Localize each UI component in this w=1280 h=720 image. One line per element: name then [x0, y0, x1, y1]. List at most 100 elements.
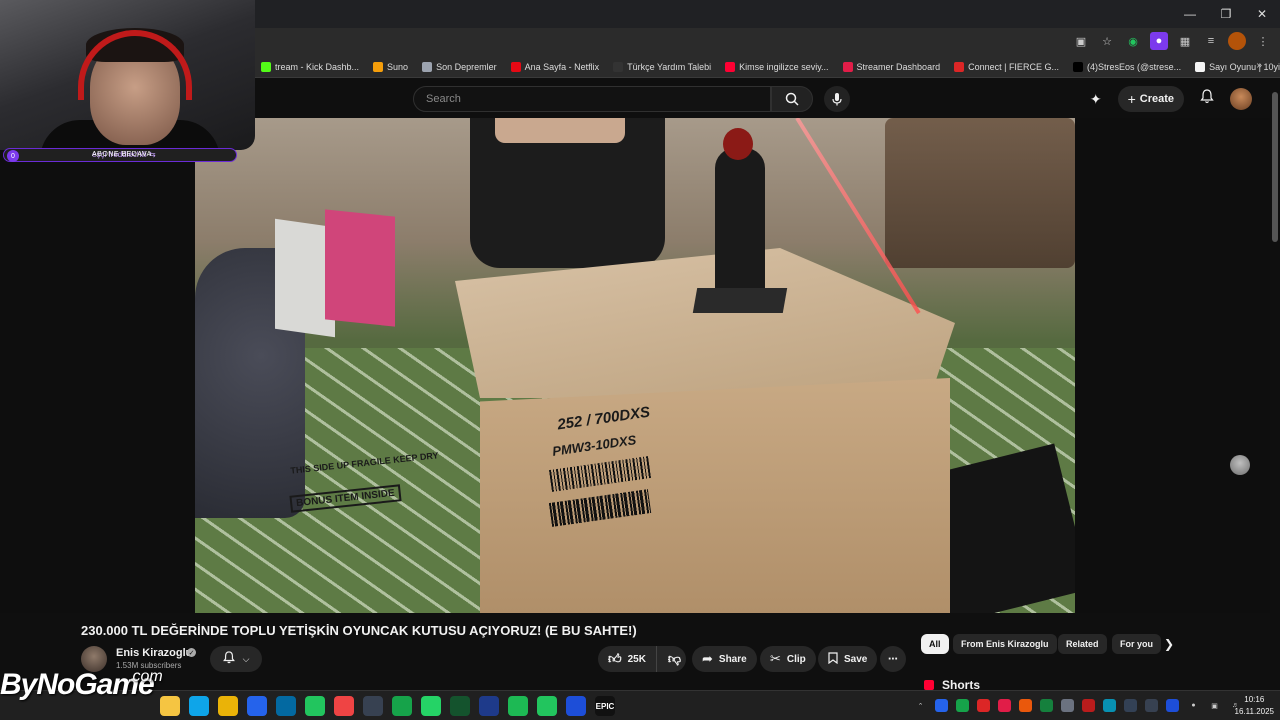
bookmarks-overflow-icon[interactable]: »	[1256, 60, 1262, 71]
hype-icon[interactable]: ✦	[1090, 91, 1102, 108]
save-button[interactable]: Save	[818, 646, 878, 672]
bookmark-favicon-icon	[954, 62, 965, 72]
tray-app-icon[interactable]	[1040, 699, 1053, 712]
tray-app-icon[interactable]	[1103, 699, 1116, 712]
whatsapp-icon[interactable]	[421, 696, 441, 716]
folder-icon[interactable]	[218, 696, 238, 716]
file-explorer-icon[interactable]	[160, 696, 180, 716]
obs-icon[interactable]	[363, 696, 383, 716]
video-player[interactable]: THIS SIDE UP FRAGILE KEEP DRY BONUS ITEM…	[0, 118, 1280, 613]
bookmark-label: Sayı Oyunu | 10yillik...	[1209, 62, 1280, 72]
create-button[interactable]: + Create	[1117, 86, 1184, 112]
channel-name[interactable]: Enis Kirazoglu	[116, 647, 192, 659]
figure-base	[692, 288, 788, 313]
bookmark-label: tream - Kick Dashb...	[275, 62, 360, 72]
search-placeholder: Search	[426, 93, 461, 105]
chip-from-channel[interactable]: From Enis Kirazoglu	[953, 634, 1057, 654]
more-actions-button[interactable]: ⋯	[880, 646, 906, 672]
like-button[interactable]: 👍︎ 25K	[598, 646, 657, 672]
dislike-button[interactable]: 👎︎	[663, 646, 686, 672]
bookmark-label: Türkçe Yardım Talebi	[627, 62, 712, 72]
calculator-icon[interactable]	[566, 696, 586, 716]
taskbar-clock[interactable]: 10:16 16.11.2025	[1235, 694, 1274, 718]
notifications-bell-icon[interactable]	[1200, 89, 1214, 109]
steam-icon[interactable]	[479, 696, 499, 716]
microphone-icon[interactable]: ●	[1187, 699, 1200, 712]
install-app-icon[interactable]: ▣	[1072, 32, 1090, 50]
alert-count-badge: 0	[7, 150, 19, 162]
page-scrollbar[interactable]	[1270, 78, 1280, 690]
extension-shield-icon[interactable]: ◉	[1124, 32, 1142, 50]
chip-for-you[interactable]: For you	[1112, 634, 1161, 654]
tray-app-icon[interactable]	[1019, 699, 1032, 712]
epic-games-icon[interactable]: EPIC	[595, 696, 615, 716]
reading-list-icon[interactable]: ≡	[1202, 32, 1220, 50]
chip-related[interactable]: Related	[1058, 634, 1107, 654]
tray-app-icon[interactable]	[1166, 699, 1179, 712]
bookmark-item[interactable]: Streamer Dashboard	[836, 62, 948, 72]
tray-app-icon[interactable]	[1124, 699, 1137, 712]
streamer-webcam-overlay	[0, 0, 255, 150]
bookmark-item[interactable]: tream - Kick Dashb...	[254, 62, 366, 72]
tray-chevron-icon[interactable]: ⌃	[914, 699, 927, 712]
tray-app-icon[interactable]	[935, 699, 948, 712]
bookmark-item[interactable]: (4)StresEos (@strese...	[1066, 62, 1188, 72]
search-button[interactable]	[771, 86, 813, 112]
menu-kebab-icon[interactable]: ⋮	[1254, 32, 1272, 50]
scrollbar-thumb[interactable]	[1272, 92, 1278, 242]
bookmark-favicon-icon	[842, 62, 853, 72]
chrome-icon[interactable]	[305, 696, 325, 716]
minimize-icon[interactable]: —	[1172, 0, 1208, 28]
chip-all[interactable]: All	[921, 634, 949, 654]
tray-app-icon[interactable]	[1145, 699, 1158, 712]
more-horizontal-icon: ⋯	[888, 653, 898, 665]
toolbar-icons: ▣ ☆ ◉ ● ▦ ≡ ⋮	[1072, 32, 1272, 50]
account-avatar[interactable]	[1230, 88, 1252, 110]
tray-app-icon[interactable]	[998, 699, 1011, 712]
extension-purple-icon[interactable]: ●	[1150, 32, 1168, 50]
terminal-icon[interactable]	[450, 696, 470, 716]
restore-icon[interactable]: ❐	[1208, 0, 1244, 28]
nvidia-icon[interactable]	[392, 696, 412, 716]
bell-icon	[222, 651, 235, 667]
share-button[interactable]: ➦ Share	[692, 646, 757, 672]
bookmark-label: Streamer Dashboard	[856, 62, 941, 72]
opera-icon[interactable]	[334, 696, 354, 716]
chevron-right-icon[interactable]: ❯	[1164, 637, 1174, 651]
taskbar-apps: EPIC	[160, 696, 615, 716]
video-box-pink	[325, 209, 395, 327]
bookmark-star-icon[interactable]: ☆	[1098, 32, 1116, 50]
close-icon[interactable]: ✕	[1244, 0, 1280, 28]
store-icon[interactable]	[247, 696, 267, 716]
shorts-logo-icon	[924, 680, 934, 690]
bookmark-item[interactable]: Ana Sayfa - Netflix	[504, 62, 607, 72]
clip-button[interactable]: ✂ Clip	[760, 646, 816, 672]
plus-icon: +	[1127, 91, 1136, 107]
tray-app-icon[interactable]	[1061, 699, 1074, 712]
tray-app-icon[interactable]	[977, 699, 990, 712]
bookmark-label: Son Depremler	[436, 62, 497, 72]
bookmark-item[interactable]: Suno	[366, 62, 415, 72]
bookmark-item[interactable]: Son Depremler	[415, 62, 504, 72]
bookmark-favicon-icon	[422, 62, 433, 72]
side-panel-avatar[interactable]	[1230, 455, 1250, 475]
extensions-puzzle-icon[interactable]: ▦	[1176, 32, 1194, 50]
subscription-bell-button[interactable]: ⌵	[210, 646, 262, 672]
bookmark-item[interactable]: Kimse ingilizce seviy...	[718, 62, 835, 72]
figure-head	[723, 128, 753, 160]
video-frame[interactable]: THIS SIDE UP FRAGILE KEEP DRY BONUS ITEM…	[195, 118, 1075, 613]
voice-search-button[interactable]	[824, 86, 850, 112]
outlook-icon[interactable]	[276, 696, 296, 716]
tray-app-icon[interactable]	[1082, 699, 1095, 712]
profile-avatar-icon[interactable]	[1228, 32, 1246, 50]
bookmark-item[interactable]: Connect | FIERCE G...	[947, 62, 1066, 72]
bookmark-item[interactable]: Türkçe Yardım Talebi	[606, 62, 718, 72]
discord-icon[interactable]	[537, 696, 557, 716]
search-input[interactable]: Search	[413, 86, 771, 112]
tray-app-icon[interactable]	[956, 699, 969, 712]
edge-icon[interactable]	[189, 696, 209, 716]
bookmark-favicon-icon	[373, 62, 384, 72]
bookmark-item[interactable]: Sayı Oyunu | 10yillik...	[1188, 62, 1280, 72]
network-icon[interactable]: ▣	[1208, 699, 1221, 712]
spotify-icon[interactable]	[508, 696, 528, 716]
